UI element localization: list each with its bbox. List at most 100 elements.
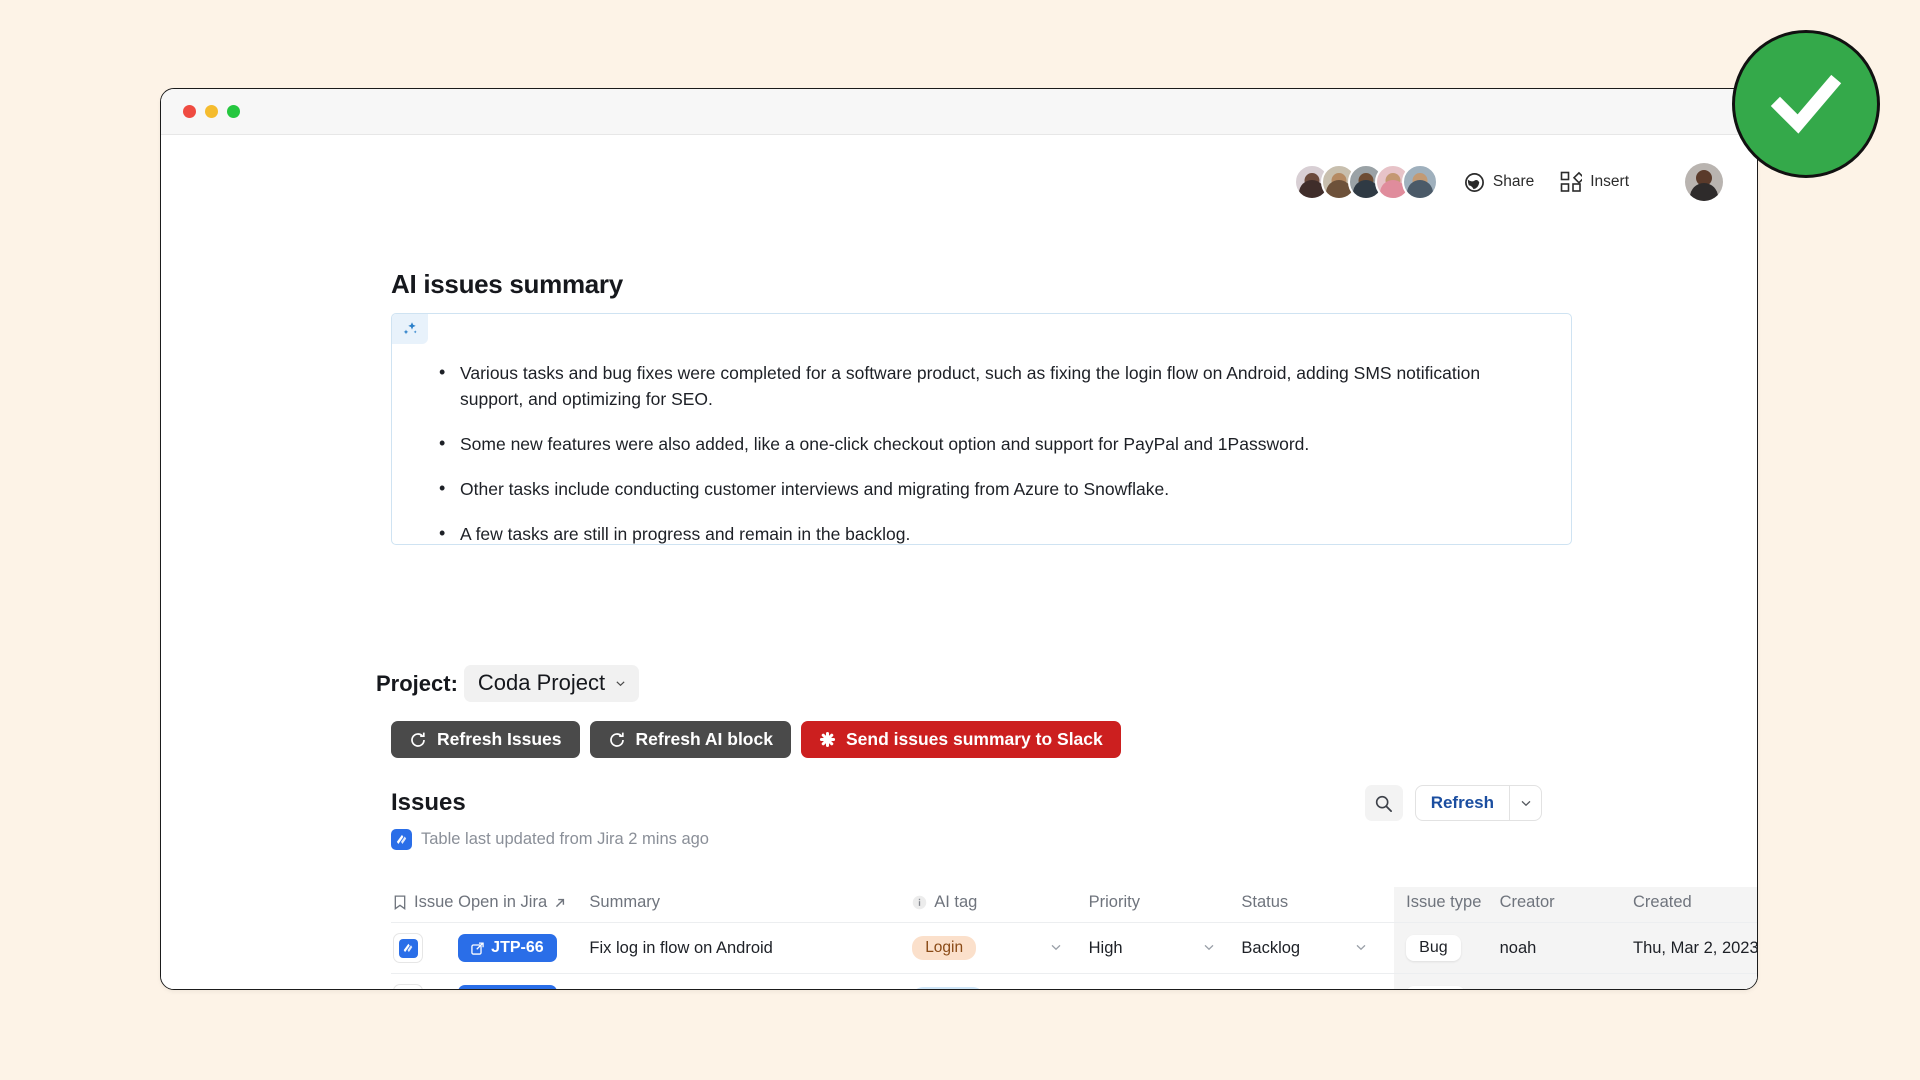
table-row[interactable]: JTP-66 Fix log in flow on Android Login …: [391, 922, 1757, 974]
jira-icon: [393, 933, 423, 963]
document-canvas: Share Insert AI issues summary • Various…: [161, 135, 1757, 989]
header-ai-tag-label: AI tag: [934, 893, 978, 911]
user-avatar[interactable]: [1685, 163, 1723, 201]
last-updated-note: Table last updated from Jira 2 mins ago: [391, 829, 709, 850]
send-to-slack-button[interactable]: Send issues summary to Slack: [800, 721, 1121, 758]
header-priority[interactable]: Priority: [1088, 887, 1203, 923]
row-summary[interactable]: SMS Notification Support: [589, 973, 913, 989]
open-in-jira-button[interactable]: JTP-66: [458, 934, 557, 962]
refresh-issues-label: Refresh Issues: [437, 729, 562, 749]
header-summary-label: Summary: [589, 893, 661, 911]
row-issue-icon-cell[interactable]: [391, 922, 459, 974]
row-creator: Vish Mittapalli: [1499, 973, 1633, 989]
row-created: Thu, Mar 2, 2023: [1633, 922, 1757, 974]
collaborator-avatars[interactable]: [1293, 164, 1438, 200]
header-creator[interactable]: Creator: [1499, 887, 1633, 923]
jira-icon: [393, 984, 423, 989]
minimize-button[interactable]: [205, 105, 218, 118]
chevron-down-icon: [1051, 944, 1061, 950]
header-issue-label: Issue: [414, 893, 454, 911]
header-open-in-jira-label: Open in Jira: [458, 893, 548, 911]
share-button[interactable]: Share: [1464, 172, 1534, 193]
row-ai-tag-cell[interactable]: Mobile: [912, 973, 1050, 989]
checkmark-badge: [1732, 30, 1880, 178]
refresh-icon: [411, 732, 425, 747]
row-jira-link-cell[interactable]: JTP-66: [458, 922, 590, 974]
arrow-up-right-icon: [556, 898, 565, 907]
status-dropdown[interactable]: [1355, 922, 1395, 974]
row-status[interactable]: Backlog: [1241, 973, 1356, 989]
status-dropdown[interactable]: [1355, 973, 1395, 989]
header-created-label: Created: [1633, 893, 1692, 911]
open-in-jira-button[interactable]: JTP-64: [458, 985, 557, 989]
header-created[interactable]: Created: [1633, 887, 1757, 923]
refresh-ai-block-label: Refresh AI block: [635, 729, 773, 749]
doc-toolbar: Share Insert: [1293, 163, 1723, 201]
header-status[interactable]: Status: [1241, 887, 1356, 923]
refresh-table-button[interactable]: Refresh: [1416, 786, 1509, 820]
chevron-down-icon: [1356, 944, 1366, 950]
window-titlebar: [161, 89, 1757, 135]
ai-tag-badge: Login: [912, 936, 977, 960]
issue-type-badge: Bug: [1406, 935, 1461, 961]
slack-icon: [819, 731, 836, 748]
refresh-icon: [609, 732, 624, 747]
globe-icon: [1464, 172, 1484, 192]
avatar[interactable]: [1401, 164, 1438, 200]
header-creator-label: Creator: [1499, 893, 1555, 911]
search-button[interactable]: [1364, 785, 1403, 821]
row-summary[interactable]: Fix log in flow on Android: [589, 922, 913, 974]
list-item: Other tasks include conducting customer …: [434, 475, 1524, 502]
project-row: Project: Coda Project: [376, 665, 640, 702]
priority-dropdown[interactable]: [1202, 973, 1242, 989]
refresh-dropdown-button[interactable]: [1509, 786, 1541, 820]
project-select-value: Coda Project: [477, 670, 606, 695]
page-title: AI issues summary: [391, 269, 623, 299]
row-priority[interactable]: High: [1088, 922, 1203, 974]
ai-summary-box: Various tasks and bug fixes were complet…: [391, 313, 1572, 547]
close-button[interactable]: [183, 105, 196, 118]
row-issue-type-cell[interactable]: Task: [1394, 973, 1500, 989]
insert-button[interactable]: Insert: [1560, 171, 1629, 193]
list-item: A few tasks are still in progress and re…: [434, 520, 1524, 547]
header-issue-type[interactable]: Issue type: [1394, 887, 1500, 923]
priority-dropdown[interactable]: [1202, 922, 1242, 974]
header-summary[interactable]: Summary: [589, 887, 913, 923]
bookmark-icon: [394, 895, 406, 910]
external-link-icon: [471, 941, 484, 955]
row-created: Fri, Jun 10, 2022: [1633, 973, 1757, 989]
issues-heading: Issues: [391, 789, 466, 816]
header-open-in-jira[interactable]: Open in Jira: [458, 887, 590, 923]
maximize-button[interactable]: [227, 105, 240, 118]
table-controls: Refresh: [1364, 785, 1542, 821]
jira-icon: [391, 829, 412, 850]
table-row[interactable]: JTP-64 SMS Notification Support Mobile H…: [391, 973, 1757, 989]
search-icon: [1376, 795, 1393, 812]
issue-type-badge: Task: [1406, 986, 1466, 989]
header-issue[interactable]: Issue: [391, 887, 459, 923]
row-priority[interactable]: Highest: [1088, 973, 1203, 989]
row-status[interactable]: Backlog: [1241, 922, 1356, 974]
chevron-down-icon: [1521, 800, 1530, 807]
row-issue-icon-cell[interactable]: [391, 973, 459, 989]
checkmark-icon: [1770, 74, 1842, 134]
info-icon: [912, 895, 927, 910]
browser-window: Share Insert AI issues summary • Various…: [160, 88, 1758, 990]
row-jira-link-cell[interactable]: JTP-64: [458, 973, 590, 989]
refresh-issues-button[interactable]: Refresh Issues: [391, 721, 580, 758]
send-to-slack-label: Send issues summary to Slack: [845, 729, 1103, 749]
refresh-table-control: Refresh: [1414, 785, 1542, 821]
refresh-ai-block-button[interactable]: Refresh AI block: [589, 721, 791, 758]
header-issue-type-label: Issue type: [1406, 893, 1482, 911]
ai-tag-badge: Mobile: [912, 987, 984, 989]
ai-tag-dropdown[interactable]: [1049, 922, 1089, 974]
row-creator: noah: [1499, 922, 1633, 974]
header-priority-label: Priority: [1088, 893, 1140, 911]
jira-key: JTP-66: [491, 939, 544, 956]
row-issue-type-cell[interactable]: Bug: [1394, 922, 1500, 974]
header-ai-tag[interactable]: AI tag: [912, 887, 1050, 923]
ai-tag-dropdown[interactable]: [1049, 973, 1089, 989]
action-buttons: Refresh Issues Refresh AI block Send iss…: [391, 721, 1121, 758]
project-select[interactable]: Coda Project: [463, 665, 640, 702]
row-ai-tag-cell[interactable]: Login: [912, 922, 1050, 974]
